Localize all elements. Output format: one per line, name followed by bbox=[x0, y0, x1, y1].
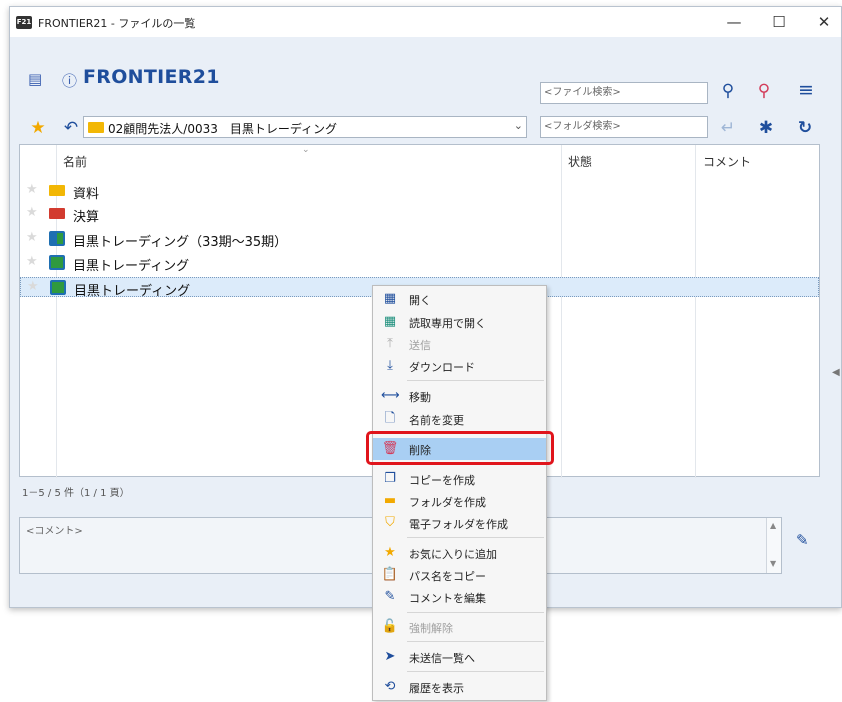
star-icon[interactable]: ★ bbox=[27, 279, 39, 294]
list-item[interactable]: ★ 決算 bbox=[20, 204, 819, 225]
menu-item-rename[interactable]: 🗋 名前を変更 bbox=[373, 408, 546, 430]
menu-item-history[interactable]: ⟲ 履歴を表示 bbox=[373, 676, 546, 698]
sort-caret-icon: ⌄ bbox=[302, 145, 310, 155]
history-icon: ⟲ bbox=[384, 679, 396, 694]
client-folder-icon bbox=[49, 255, 65, 270]
star-icon[interactable]: ★ bbox=[26, 205, 38, 220]
app-badge-icon: F21 bbox=[16, 16, 32, 29]
star-icon: ★ bbox=[384, 545, 396, 560]
item-name: 目黒トレーディング bbox=[74, 284, 191, 299]
item-name: 目黒トレーディング bbox=[73, 259, 190, 274]
menu-item-add-favorite[interactable]: ★ お気に入りに追加 bbox=[373, 542, 546, 564]
grid-teal-icon: ▦ bbox=[383, 314, 397, 329]
pencil-icon: ✎ bbox=[384, 589, 396, 604]
list-item[interactable]: ★ 資料 bbox=[20, 181, 819, 202]
item-count-text: 1－5 / 5 件（1 / 1 頁） bbox=[22, 488, 130, 499]
send-icon: ➤ bbox=[384, 649, 396, 664]
file-search-input[interactable]: <ファイル検索> bbox=[540, 82, 708, 104]
copy-icon: ❐ bbox=[384, 471, 396, 486]
folder-icon bbox=[49, 185, 65, 196]
menu-separator bbox=[407, 612, 544, 613]
minimize-button[interactable]: — bbox=[719, 11, 749, 33]
folder-path-text: 02顧問先法人/0033 目黒トレーディング bbox=[108, 122, 338, 136]
side-panel-handle-icon[interactable]: ◀ bbox=[832, 367, 840, 378]
asterisk-icon[interactable]: ✱ bbox=[755, 118, 777, 138]
move-arrow-icon: ⟷ bbox=[381, 388, 400, 403]
menu-item-force-unlock: 🔓 強制解除 bbox=[381, 619, 453, 635]
star-icon[interactable]: ★ bbox=[26, 182, 38, 197]
scroll-up-icon[interactable]: ▲ bbox=[770, 521, 776, 530]
menu-separator bbox=[407, 537, 544, 538]
menu-item-open[interactable]: ▦ 開く bbox=[373, 288, 546, 310]
client-folder-icon bbox=[49, 231, 65, 246]
grid-icon: ▦ bbox=[383, 291, 397, 306]
menu-item-move[interactable]: ⟷ 移動 bbox=[373, 385, 546, 407]
menu-separator bbox=[407, 641, 544, 642]
context-menu: ▦ 開く ▦ 読取専用で開く ⤒ 送信 ⤓ ダウンロード ⟷ 移動 🗋 名前を変… bbox=[372, 285, 547, 701]
app-brand-title: FRONTIER21 bbox=[83, 66, 220, 88]
folder-icon bbox=[49, 208, 65, 219]
scroll-down-icon[interactable]: ▼ bbox=[770, 559, 776, 568]
maximize-button[interactable]: ☐ bbox=[764, 11, 794, 33]
item-name: 資料 bbox=[73, 187, 100, 202]
item-name: 決算 bbox=[73, 210, 100, 225]
download-icon: ⤓ bbox=[387, 358, 393, 373]
folder-search-input[interactable]: <フォルダ検索> bbox=[540, 116, 708, 138]
favorite-star-icon[interactable]: ★ bbox=[27, 118, 49, 138]
folder-icon bbox=[88, 122, 104, 133]
column-header-comment[interactable]: コメント bbox=[703, 153, 751, 170]
menu-hamburger-icon[interactable]: ≡ bbox=[795, 80, 817, 100]
comment-placeholder: <コメント> bbox=[26, 526, 83, 537]
refresh-icon[interactable]: ↻ bbox=[794, 118, 816, 138]
edit-comment-pencil-icon[interactable]: ✎ bbox=[796, 531, 809, 549]
star-icon[interactable]: ★ bbox=[26, 254, 38, 269]
chevron-down-icon[interactable]: ⌄ bbox=[514, 119, 523, 132]
delete-highlight-outline bbox=[366, 431, 554, 465]
search-icon[interactable]: ⚲ bbox=[717, 81, 739, 101]
info-icon[interactable]: ⓘ bbox=[62, 70, 77, 91]
back-arrow-icon[interactable]: ↶ bbox=[60, 118, 82, 138]
menu-item-send: ⤒ 送信 bbox=[373, 333, 546, 355]
menu-item-copy[interactable]: ❐ コピーを作成 bbox=[373, 468, 546, 490]
star-icon[interactable]: ★ bbox=[26, 230, 38, 245]
list-view-icon[interactable]: ▤ bbox=[28, 70, 42, 88]
menu-item-edit-comment[interactable]: ✎ コメントを編集 bbox=[373, 586, 546, 608]
unlock-icon: 🔓 bbox=[381, 619, 399, 634]
menu-item-copy-path[interactable]: 📋 パス名をコピー bbox=[373, 564, 546, 586]
clipboard-icon: 📋 bbox=[381, 567, 399, 582]
client-folder-icon bbox=[50, 280, 66, 295]
document-icon: 🗋 bbox=[384, 411, 396, 426]
shield-folder-icon: ⛉ bbox=[385, 515, 395, 530]
menu-separator bbox=[407, 671, 544, 672]
menu-item-create-folder[interactable]: ▬ フォルダを作成 bbox=[373, 490, 546, 512]
menu-item-create-e-folder[interactable]: ⛉ 電子フォルダを作成 bbox=[373, 512, 546, 534]
menu-item-open-readonly[interactable]: ▦ 読取専用で開く bbox=[373, 311, 546, 333]
upload-icon: ⤒ bbox=[387, 336, 393, 351]
folder-path-select[interactable]: 02顧問先法人/0033 目黒トレーディング ⌄ bbox=[83, 116, 527, 138]
search-clear-icon[interactable]: ⚲ bbox=[753, 81, 775, 101]
title-bar: F21 FRONTIER21 - ファイルの一覧 — ☐ ✕ bbox=[10, 7, 841, 37]
menu-item-unsent-list[interactable]: ➤ 未送信一覧へ bbox=[373, 646, 546, 668]
enter-return-icon[interactable]: ↵ bbox=[717, 118, 739, 138]
menu-separator bbox=[407, 380, 544, 381]
window-title: FRONTIER21 - ファイルの一覧 bbox=[38, 17, 196, 30]
item-name: 目黒トレーディング（33期～35期） bbox=[73, 235, 288, 250]
folder-icon: ▬ bbox=[383, 493, 397, 508]
menu-item-download[interactable]: ⤓ ダウンロード bbox=[373, 355, 546, 377]
column-header-status[interactable]: 状態 bbox=[568, 153, 592, 170]
close-button[interactable]: ✕ bbox=[809, 11, 839, 33]
list-item[interactable]: ★ 目黒トレーディング（33期～35期） bbox=[20, 229, 819, 250]
comment-scrollbar[interactable]: ▲ ▼ bbox=[766, 518, 781, 573]
list-item[interactable]: ★ 目黒トレーディング bbox=[20, 253, 819, 274]
column-header-name[interactable]: 名前 bbox=[63, 153, 87, 170]
